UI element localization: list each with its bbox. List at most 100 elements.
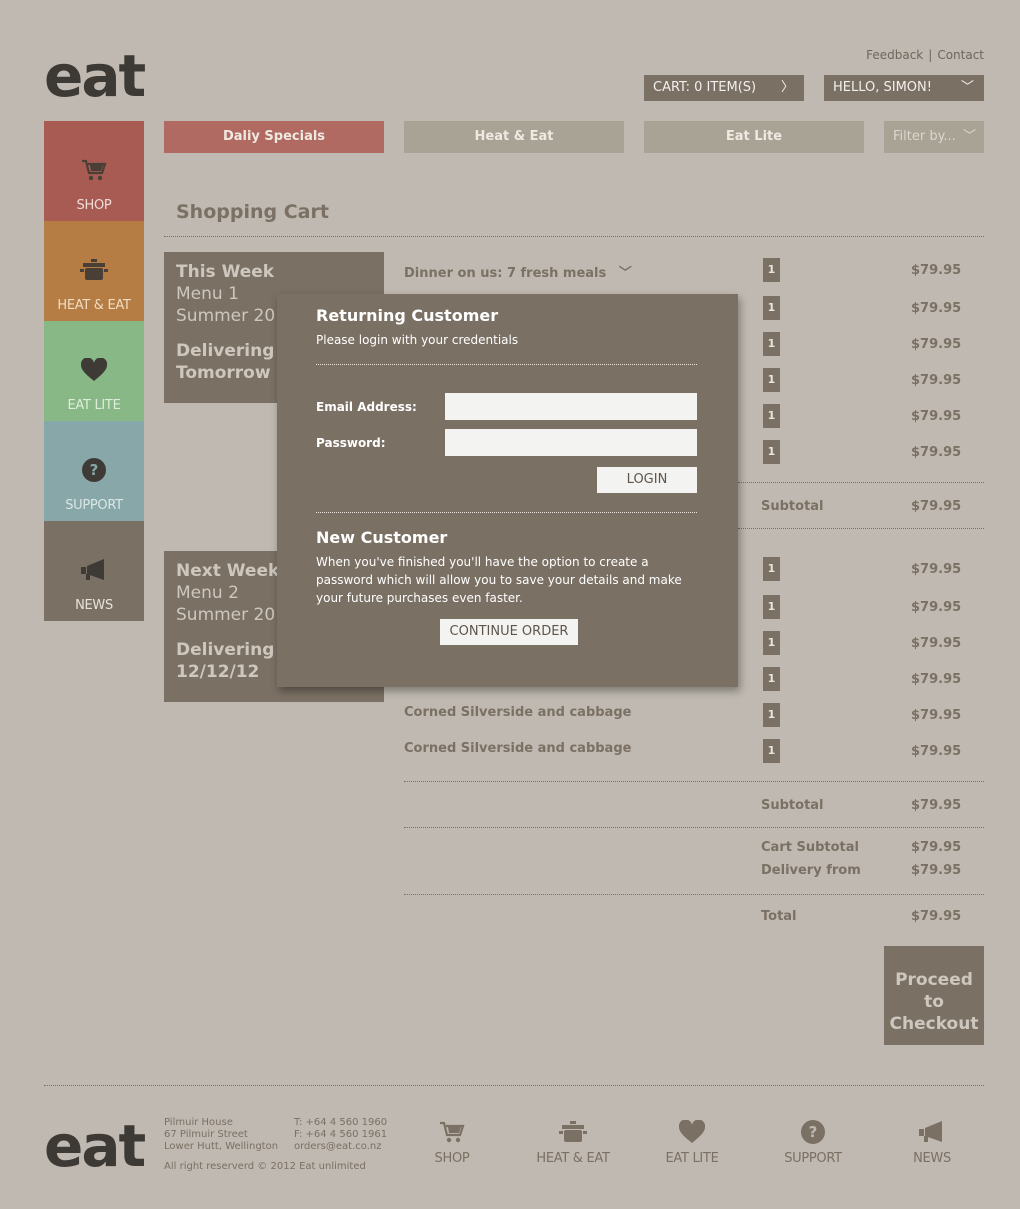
eat-logo[interactable]: eat	[44, 46, 146, 106]
quantity-badge[interactable]: 1	[763, 739, 780, 763]
new-customer-line: your future purchases even faster.	[316, 591, 523, 605]
item-price: $79.95	[911, 301, 962, 316]
footer-nav-shop[interactable]: SHOP	[412, 1117, 492, 1166]
divider	[738, 528, 984, 529]
user-menu-button[interactable]: HELLO, SIMON! ﹀	[824, 75, 984, 101]
total-label: Total	[761, 909, 797, 924]
item-price: $79.95	[911, 445, 962, 460]
quantity-badge[interactable]: 1	[763, 557, 780, 581]
phone: T: +64 4 560 1960	[294, 1117, 388, 1128]
pot-icon	[533, 1117, 613, 1147]
item-price: $79.95	[911, 263, 962, 278]
filter-label: Filter by...	[893, 129, 956, 144]
sidenav-label: SHOP	[76, 198, 112, 213]
sidenav-label: EAT LITE	[67, 398, 121, 413]
cart-subtotal-value: $79.95	[911, 840, 962, 855]
filter-dropdown[interactable]: Filter by... ﹀	[884, 121, 984, 153]
new-customer-line: password which will allow you to save yo…	[316, 573, 682, 587]
sidenav-eat-lite[interactable]: EAT LITE	[44, 321, 144, 421]
address-line: 67 Pilmuir Street	[164, 1129, 248, 1140]
subtotal-value: $79.95	[911, 499, 962, 514]
footer-nav-support[interactable]: ? SUPPORT	[773, 1117, 853, 1166]
tab-eat-lite[interactable]: Eat Lite	[644, 121, 864, 153]
item-price: $79.95	[911, 636, 962, 651]
divider	[738, 482, 984, 483]
top-links: Feedback | Contact	[866, 48, 984, 62]
divider	[404, 827, 984, 828]
password-field[interactable]	[445, 429, 697, 456]
delivery-value: $79.95	[911, 863, 962, 878]
footer-nav-label: SHOP	[434, 1151, 470, 1166]
footer-nav-label: HEAT & EAT	[536, 1151, 610, 1166]
quantity-badge[interactable]: 1	[763, 332, 780, 356]
quantity-badge[interactable]: 1	[763, 667, 780, 691]
copyright: All right reserverd © 2012 Eat unlimited	[164, 1161, 366, 1172]
chevron-right-icon: 〉	[780, 80, 794, 95]
item-price: $79.95	[911, 337, 962, 352]
footer-nav-news[interactable]: NEWS	[892, 1117, 972, 1166]
heart-icon	[652, 1117, 732, 1147]
sidenav-support[interactable]: ? SUPPORT	[44, 421, 144, 521]
footer-nav-heat-and-eat[interactable]: HEAT & EAT	[533, 1117, 613, 1166]
footer-nav-label: SUPPORT	[784, 1151, 842, 1166]
fax: F: +64 4 560 1961	[294, 1129, 388, 1140]
heart-icon	[44, 355, 144, 385]
svg-text:?: ?	[90, 461, 99, 479]
tab-heat-and-eat[interactable]: Heat & Eat	[404, 121, 624, 153]
footer-nav-eat-lite[interactable]: EAT LITE	[652, 1117, 732, 1166]
divider	[164, 236, 984, 237]
quantity-badge[interactable]: 1	[763, 404, 780, 428]
sidenav-heat-and-eat[interactable]: HEAT & EAT	[44, 221, 144, 321]
quantity-badge[interactable]: 1	[763, 368, 780, 392]
quantity-badge[interactable]: 1	[763, 296, 780, 320]
new-customer-line: When you've finished you'll have the opt…	[316, 555, 649, 569]
quantity-badge[interactable]: 1	[763, 631, 780, 655]
chevron-down-icon: ﹀	[962, 129, 976, 144]
checkout-label-line-2: Checkout	[889, 1014, 979, 1034]
cart-item-name: Corned Silverside and cabbage	[404, 741, 632, 756]
cart-subtotal-label: Cart Subtotal	[761, 840, 859, 855]
chevron-down-icon: ﹀	[960, 80, 974, 95]
quantity-badge[interactable]: 1	[763, 703, 780, 727]
subtotal-label: Subtotal	[761, 798, 824, 813]
quantity-badge[interactable]: 1	[763, 258, 780, 282]
pot-icon	[44, 255, 144, 285]
quantity-badge[interactable]: 1	[763, 595, 780, 619]
checkout-label-line-1: Proceed to	[895, 970, 973, 1012]
user-greeting: HELLO, SIMON!	[833, 80, 932, 95]
cart-icon	[412, 1117, 492, 1147]
item-price: $79.95	[911, 373, 962, 388]
item-price: $79.95	[911, 409, 962, 424]
item-price: $79.95	[911, 562, 962, 577]
top-links-separator: |	[928, 48, 933, 62]
delivery-label: Delivery from	[761, 863, 861, 878]
address-line: Lower Hutt, Wellington	[164, 1141, 279, 1152]
footer-divider	[44, 1085, 984, 1086]
feedback-link[interactable]: Feedback	[866, 48, 923, 62]
email-field[interactable]	[445, 393, 697, 420]
sidenav-shop[interactable]: SHOP	[44, 121, 144, 221]
megaphone-icon	[44, 555, 144, 585]
subtotal-label: Subtotal	[761, 499, 824, 514]
contact-link[interactable]: Contact	[937, 48, 984, 62]
cart-item-name: Corned Silverside and cabbage	[404, 705, 632, 720]
sidenav-news[interactable]: NEWS	[44, 521, 144, 621]
tab-daily-specials[interactable]: Daliy Specials	[164, 121, 384, 153]
email-label: Email Address:	[316, 400, 417, 414]
divider	[316, 512, 697, 513]
question-icon: ?	[773, 1117, 853, 1147]
footer-contact: T: +64 4 560 1960 F: +64 4 560 1961 orde…	[294, 1117, 387, 1153]
footer-eat-logo[interactable]: eat	[44, 1116, 146, 1176]
new-customer-text: When you've finished you'll have the opt…	[316, 553, 682, 607]
page-title: Shopping Cart	[176, 201, 329, 223]
continue-order-button[interactable]: CONTINUE ORDER	[440, 619, 578, 645]
email-link[interactable]: orders@eat.co.nz	[294, 1141, 387, 1153]
quantity-badge[interactable]: 1	[763, 440, 780, 464]
cart-button[interactable]: CART: 0 ITEM(S) 〉	[644, 75, 804, 101]
week-heading: This Week	[176, 262, 275, 282]
proceed-to-checkout-button[interactable]: Proceed to Checkout	[884, 946, 984, 1045]
login-button[interactable]: LOGIN	[597, 467, 697, 493]
question-icon: ?	[44, 455, 144, 485]
dinner-on-us-dropdown[interactable]: Dinner on us: 7 fresh meals ﹀	[404, 262, 632, 281]
divider	[404, 781, 984, 782]
